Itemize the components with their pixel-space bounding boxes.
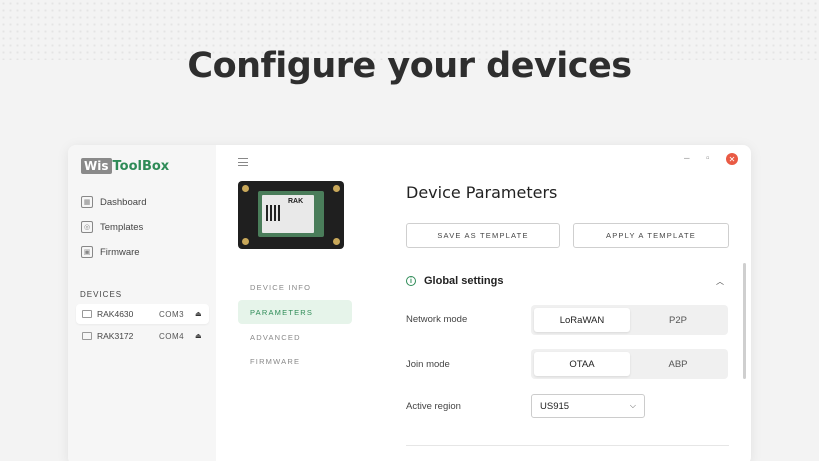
tab-firmware[interactable]: FIRMWARE xyxy=(238,349,352,373)
device-icon xyxy=(82,332,92,340)
device-name: RAK4630 xyxy=(97,309,134,319)
sidebar-item-templates[interactable]: ◎ Templates xyxy=(81,221,143,233)
section-title: Global settings xyxy=(424,275,504,287)
device-name: RAK3172 xyxy=(97,331,134,341)
global-settings-header[interactable]: i Global settings xyxy=(406,275,503,287)
sidebar-item-label: Firmware xyxy=(100,246,140,258)
logo-toolbox-text: ToolBox xyxy=(112,158,170,174)
apply-template-button[interactable]: APPLY A TEMPLATE xyxy=(573,223,729,248)
network-mode-option-p2p[interactable]: P2P xyxy=(630,308,726,332)
logo-wis-text: Wis xyxy=(81,158,112,174)
eject-icon[interactable]: ⏏ xyxy=(195,332,202,340)
pin-decoration xyxy=(333,185,340,192)
firmware-icon: ▣ xyxy=(81,246,93,258)
device-image: RAK xyxy=(238,181,344,249)
active-region-label: Active region xyxy=(406,401,461,412)
tab-parameters[interactable]: PARAMETERS xyxy=(238,300,352,324)
sidebar-item-label: Templates xyxy=(100,221,144,233)
pin-decoration xyxy=(333,238,340,245)
eject-icon[interactable]: ⏏ xyxy=(195,310,202,318)
templates-icon: ◎ xyxy=(81,221,93,233)
join-mode-option-abp[interactable]: ABP xyxy=(630,352,726,376)
network-mode-option-lorawan[interactable]: LoRaWAN xyxy=(534,308,630,332)
pin-decoration xyxy=(242,185,249,192)
device-row-rak3172[interactable]: RAK3172 COM4 ⏏ xyxy=(76,326,209,346)
sidebar-item-dashboard[interactable]: ▦ Dashboard xyxy=(81,196,146,208)
active-region-value: US915 xyxy=(540,400,570,412)
scrollbar[interactable] xyxy=(743,263,746,379)
sidebar: Wis ToolBox ▦ Dashboard ◎ Templates ▣ Fi… xyxy=(68,145,216,461)
page-headline: Configure your devices xyxy=(187,46,632,86)
section-divider xyxy=(406,445,729,446)
devices-section-title: DEVICES xyxy=(80,290,123,299)
save-as-template-button[interactable]: SAVE AS TEMPLATE xyxy=(406,223,560,248)
minimize-icon[interactable]: – xyxy=(684,153,690,164)
device-brand-label: RAK xyxy=(288,198,304,205)
join-mode-toggle: OTAA ABP xyxy=(531,349,728,379)
network-mode-toggle: LoRaWAN P2P xyxy=(531,305,728,335)
join-mode-label: Join mode xyxy=(406,359,450,370)
join-mode-option-otaa[interactable]: OTAA xyxy=(534,352,630,376)
chevron-up-icon[interactable]: ︿ xyxy=(716,276,724,287)
tab-advanced[interactable]: ADVANCED xyxy=(238,325,352,349)
tab-device-info[interactable]: DEVICE INFO xyxy=(238,275,352,299)
sidebar-item-label: Dashboard xyxy=(100,196,147,208)
menu-icon[interactable] xyxy=(238,158,248,166)
pin-decoration xyxy=(242,238,249,245)
device-row-rak4630[interactable]: RAK4630 COM3 ⏏ xyxy=(76,304,209,324)
device-port: COM3 xyxy=(159,309,185,319)
close-icon[interactable]: ✕ xyxy=(726,153,738,165)
dashboard-icon: ▦ xyxy=(81,196,93,208)
page-title: Device Parameters xyxy=(406,183,558,202)
chevron-down-icon: ⌵ xyxy=(629,401,636,410)
sidebar-item-firmware[interactable]: ▣ Firmware xyxy=(81,246,140,258)
app-window: Wis ToolBox ▦ Dashboard ◎ Templates ▣ Fi… xyxy=(68,145,751,461)
network-mode-label: Network mode xyxy=(406,314,468,325)
device-board: RAK xyxy=(258,191,324,237)
maximize-icon[interactable]: ▫ xyxy=(706,153,710,164)
info-icon: i xyxy=(406,276,416,286)
device-icon xyxy=(82,310,92,318)
active-region-select[interactable]: US915 ⌵ xyxy=(531,394,645,418)
qr-code-icon xyxy=(266,205,282,221)
device-port: COM4 xyxy=(159,331,185,341)
app-logo: Wis ToolBox xyxy=(81,158,169,174)
device-chip: RAK xyxy=(262,195,314,233)
